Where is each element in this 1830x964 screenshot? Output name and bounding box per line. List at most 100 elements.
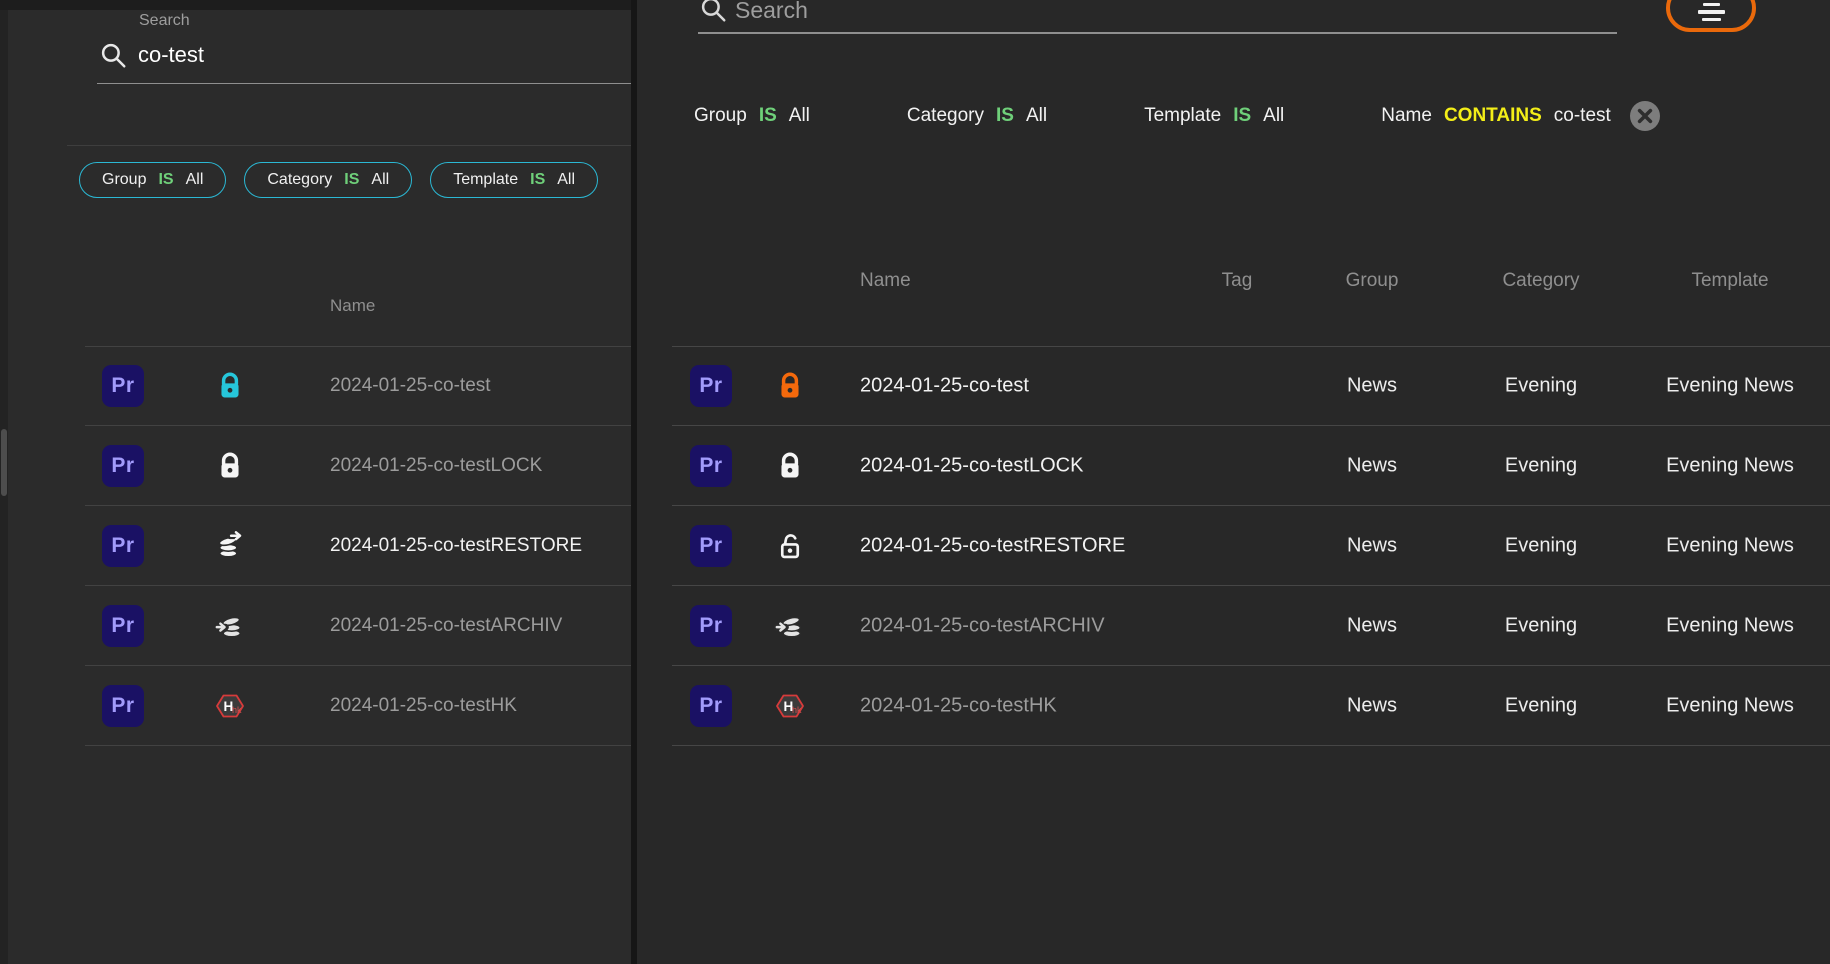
premiere-project-icon: Pr bbox=[102, 685, 144, 727]
table-row[interactable]: Pr 2024-01-25-co-testLOCK News Evening E… bbox=[637, 426, 1830, 506]
filter-chip[interactable]: Group IS All bbox=[666, 94, 838, 138]
filter-chip-row: Group IS All Category IS All Template IS… bbox=[79, 162, 631, 198]
hex-hk-icon: Hhk bbox=[213, 689, 247, 723]
filter-chip[interactable]: Group IS All bbox=[79, 162, 226, 198]
svg-text:hk: hk bbox=[232, 705, 242, 715]
premiere-project-icon: Pr bbox=[690, 525, 732, 567]
chip-field-label: Template bbox=[1144, 105, 1221, 127]
table-row[interactable]: Pr 2024-01-25-co-test bbox=[0, 346, 631, 426]
lock-closed-icon bbox=[773, 369, 807, 403]
chip-operator: IS bbox=[996, 105, 1014, 127]
cell-group: News bbox=[1302, 375, 1442, 398]
search-label: Search bbox=[139, 12, 190, 30]
cell-template: Evening News bbox=[1630, 375, 1830, 398]
premiere-project-icon: Pr bbox=[102, 365, 144, 407]
db-archive-icon bbox=[213, 609, 247, 643]
chip-value: All bbox=[789, 105, 810, 127]
cell-group: News bbox=[1302, 695, 1442, 718]
project-name: 2024-01-25-co-testHK bbox=[330, 695, 517, 717]
search-underline bbox=[698, 32, 1617, 34]
db-archive-icon bbox=[773, 609, 807, 643]
lock-closed-icon bbox=[773, 449, 807, 483]
column-header-category: Category bbox=[1461, 270, 1621, 292]
chip-field-label: Category bbox=[907, 105, 984, 127]
filter-chip[interactable]: Category IS All bbox=[879, 94, 1075, 138]
table-row[interactable]: Pr 2024-01-25-co-test News Evening Eveni… bbox=[637, 346, 1830, 426]
lock-open-icon bbox=[773, 529, 807, 563]
project-name: 2024-01-25-co-testLOCK bbox=[330, 455, 542, 477]
search-underline bbox=[97, 83, 631, 84]
cell-category: Evening bbox=[1461, 375, 1621, 398]
table-row[interactable]: Pr Hhk 2024-01-25-co-testHK bbox=[0, 666, 631, 746]
table-row[interactable]: Pr 2024-01-25-co-testRESTORE bbox=[0, 506, 631, 586]
table-row[interactable]: Pr 2024-01-25-co-testRESTORE News Evenin… bbox=[637, 506, 1830, 586]
table-header-row: Name Tag Group Category Template bbox=[637, 262, 1830, 314]
search-icon bbox=[98, 40, 128, 70]
column-header-name: Name bbox=[860, 270, 911, 292]
chip-operator: IS bbox=[530, 171, 545, 189]
cell-category: Evening bbox=[1461, 695, 1621, 718]
premiere-project-icon: Pr bbox=[690, 445, 732, 487]
search-icon bbox=[698, 0, 728, 24]
table-row[interactable]: Pr 2024-01-25-co-testARCHIV bbox=[0, 586, 631, 666]
lock-closed-icon bbox=[213, 369, 247, 403]
table-row[interactable]: Pr Hhk 2024-01-25-co-testHK News Evening… bbox=[637, 666, 1830, 746]
lock-closed-icon bbox=[213, 449, 247, 483]
project-name: 2024-01-25-co-testLOCK bbox=[860, 455, 1083, 478]
cell-template: Evening News bbox=[1630, 455, 1830, 478]
scrollbar-thumb[interactable] bbox=[1, 429, 7, 496]
results-table: Pr 2024-01-25-co-test News Evening Eveni… bbox=[637, 346, 1830, 746]
filter-chip[interactable]: Template IS All bbox=[1116, 94, 1312, 138]
table-row[interactable]: Pr 2024-01-25-co-testLOCK bbox=[0, 426, 631, 506]
cell-category: Evening bbox=[1461, 615, 1621, 638]
cell-category: Evening bbox=[1461, 535, 1621, 558]
cell-group: News bbox=[1302, 535, 1442, 558]
chip-field-label: Name bbox=[1381, 105, 1432, 127]
db-restore-icon bbox=[213, 529, 247, 563]
column-header-tag: Tag bbox=[1182, 270, 1292, 292]
chip-value: All bbox=[371, 171, 389, 189]
right-search-panel: Group IS All Category IS All Template IS… bbox=[637, 0, 1830, 964]
svg-text:hk: hk bbox=[792, 705, 802, 715]
hex-hk-icon: Hhk bbox=[773, 689, 807, 723]
column-header-template: Template bbox=[1630, 270, 1830, 292]
cell-template: Evening News bbox=[1630, 695, 1830, 718]
project-name: 2024-01-25-co-test bbox=[330, 375, 491, 397]
sort-menu-button[interactable] bbox=[1666, 0, 1756, 32]
chip-value: co-test bbox=[1554, 105, 1611, 127]
remove-filter-icon[interactable] bbox=[1629, 100, 1661, 132]
filter-chip[interactable]: Template IS All bbox=[430, 162, 598, 198]
table-row[interactable]: Pr 2024-01-25-co-testARCHIV News Evening… bbox=[637, 586, 1830, 666]
cell-template: Evening News bbox=[1630, 535, 1830, 558]
filter-chip[interactable]: Name CONTAINS co-test bbox=[1353, 94, 1677, 138]
project-name: 2024-01-25-co-testARCHIV bbox=[330, 615, 562, 637]
cell-group: News bbox=[1302, 455, 1442, 478]
section-divider bbox=[67, 145, 631, 146]
search-input[interactable] bbox=[735, 0, 1435, 26]
filter-chip-row: Group IS All Category IS All Template IS… bbox=[666, 94, 1677, 138]
premiere-project-icon: Pr bbox=[690, 685, 732, 727]
sort-lines-icon bbox=[1703, 3, 1720, 7]
chip-operator: IS bbox=[759, 105, 777, 127]
cell-category: Evening bbox=[1461, 455, 1621, 478]
top-edge-strip bbox=[0, 0, 631, 10]
chip-field-label: Group bbox=[102, 171, 146, 189]
chip-value: All bbox=[1263, 105, 1284, 127]
filter-chip[interactable]: Category IS All bbox=[244, 162, 412, 198]
chip-field-label: Category bbox=[267, 171, 332, 189]
chip-field-label: Template bbox=[453, 171, 518, 189]
project-name: 2024-01-25-co-testARCHIV bbox=[860, 615, 1105, 638]
chip-operator: CONTAINS bbox=[1444, 105, 1542, 127]
chip-value: All bbox=[186, 171, 204, 189]
cell-template: Evening News bbox=[1630, 615, 1830, 638]
results-table: Pr 2024-01-25-co-test Pr 2024-01-25-co-t… bbox=[0, 346, 631, 746]
premiere-project-icon: Pr bbox=[690, 365, 732, 407]
cell-group: News bbox=[1302, 615, 1442, 638]
project-name: 2024-01-25-co-testHK bbox=[860, 695, 1057, 718]
premiere-project-icon: Pr bbox=[690, 605, 732, 647]
project-name: 2024-01-25-co-testRESTORE bbox=[330, 535, 582, 557]
search-input[interactable] bbox=[138, 40, 618, 70]
premiere-project-icon: Pr bbox=[102, 445, 144, 487]
chip-value: All bbox=[1026, 105, 1047, 127]
premiere-project-icon: Pr bbox=[102, 605, 144, 647]
